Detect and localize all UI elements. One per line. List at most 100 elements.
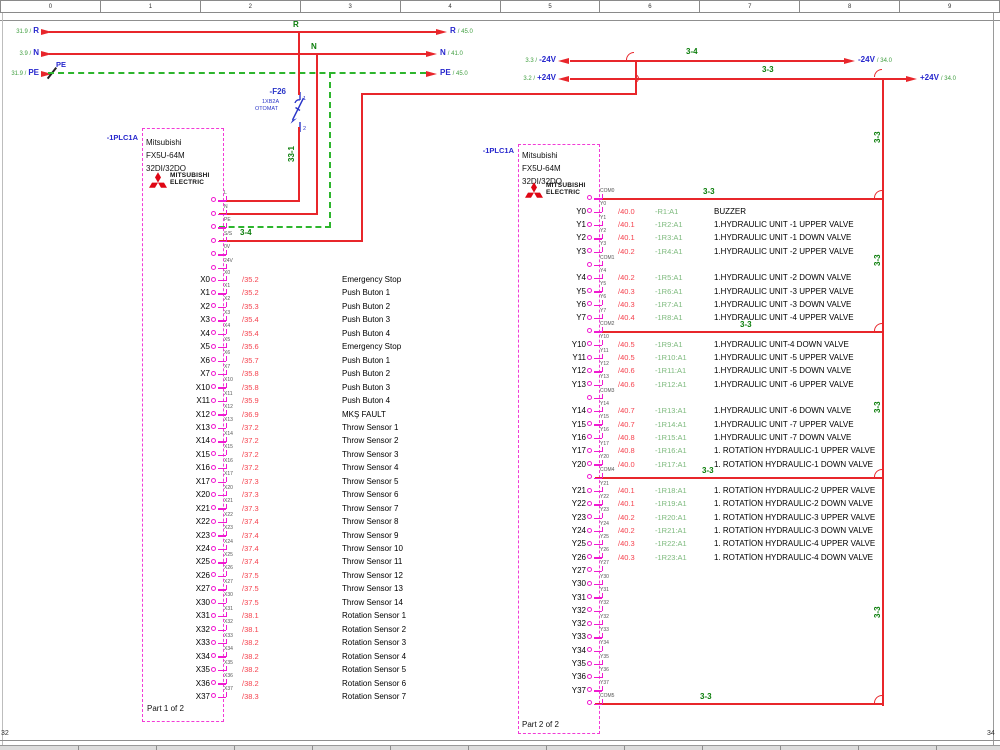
io-description: Rotation Sensor 7 bbox=[342, 691, 407, 701]
wire bbox=[570, 78, 906, 80]
terminal-name: Y5 bbox=[600, 281, 607, 288]
terminal-tick bbox=[602, 632, 604, 638]
io-description: Throw Sensor 1 bbox=[342, 422, 399, 432]
terminal-tick bbox=[602, 460, 604, 465]
ss-net-label: 3-4 bbox=[240, 228, 252, 237]
brand-line-2: ELECTRIC bbox=[170, 178, 205, 186]
terminal-tick bbox=[602, 366, 604, 372]
terminal-stub bbox=[594, 544, 602, 546]
terminal-name: L bbox=[224, 190, 227, 196]
terminal-stub bbox=[594, 211, 602, 213]
terminal-stub bbox=[218, 589, 226, 591]
ruler-tick bbox=[468, 746, 469, 750]
terminal-name: Y7 bbox=[600, 307, 607, 314]
terminal-name: X6 bbox=[224, 350, 231, 357]
rail-pe-right-ref: PE/ 45.0 bbox=[440, 69, 468, 78]
io-description: Push Buton 4 bbox=[342, 396, 391, 406]
terminal-circle bbox=[587, 594, 592, 599]
io-row-label: Y26 bbox=[571, 552, 586, 562]
io-row-label: X7 bbox=[200, 369, 210, 379]
terminal-name: Y26 bbox=[600, 547, 609, 554]
ruler-cell: 9 bbox=[900, 1, 1000, 12]
terminal-tick bbox=[226, 342, 228, 348]
terminal-stub bbox=[218, 696, 226, 699]
io-row-label: X37 bbox=[195, 691, 210, 701]
plc-right-model-1: Mitsubishi bbox=[522, 151, 558, 160]
terminal-tick bbox=[602, 313, 604, 319]
device-ref: -1R22:A1 bbox=[655, 539, 687, 549]
terminal-name: Y0 bbox=[600, 201, 607, 208]
terminal-tick bbox=[602, 247, 604, 253]
terminal-circle bbox=[587, 580, 592, 586]
terminal-stub bbox=[218, 213, 226, 216]
cross-ref: /37.3 bbox=[242, 490, 259, 500]
io-row-label: Y15 bbox=[571, 419, 586, 429]
io-description: 1.HYDRAULIC UNIT -5 DOWN VALVE bbox=[714, 366, 852, 376]
terminal-name: COM0 bbox=[600, 188, 615, 194]
terminal-circle bbox=[587, 461, 592, 466]
ruler-cell: 4 bbox=[400, 1, 501, 12]
device-ref: -1R17:A1 bbox=[655, 459, 687, 469]
terminal-tick bbox=[602, 406, 604, 412]
io-row-label: Y20 bbox=[571, 459, 586, 469]
io-description: 1.HYDRAULIC UNIT -1 DOWN VALVE bbox=[714, 233, 852, 243]
terminal-name: Y32 bbox=[600, 613, 609, 620]
rail-neg24-left-sym: -24V bbox=[539, 55, 556, 64]
device-ref: -1R4:A1 bbox=[655, 246, 683, 256]
terminal-stub bbox=[218, 562, 226, 564]
terminal-name: S/S bbox=[224, 230, 233, 237]
terminal-circle bbox=[587, 367, 592, 373]
terminal-tick bbox=[226, 531, 228, 537]
ruler-cell: 2 bbox=[200, 1, 301, 12]
terminal-tick bbox=[226, 463, 228, 469]
terminal-stub bbox=[594, 464, 602, 466]
plc-left-model-1: Mitsubishi bbox=[146, 138, 182, 147]
terminal-name: X0 bbox=[224, 269, 231, 276]
terminal-tick bbox=[602, 553, 604, 559]
device-ref: -1R5:A1 bbox=[655, 273, 683, 283]
terminal-tick bbox=[226, 652, 228, 658]
ruler-tick bbox=[234, 746, 235, 750]
cross-ref: /35.2 bbox=[242, 275, 259, 284]
terminal-circle bbox=[587, 234, 592, 240]
terminal-tick bbox=[602, 260, 604, 266]
terminal-stub bbox=[218, 454, 226, 457]
terminal-stub bbox=[594, 557, 602, 559]
terminal-stub bbox=[218, 575, 226, 578]
io-description: Throw Sensor 8 bbox=[342, 517, 399, 527]
terminal-tick bbox=[226, 638, 228, 644]
terminal-tick bbox=[602, 273, 604, 279]
terminal-circle bbox=[587, 314, 592, 320]
io-row-label: Y11 bbox=[572, 353, 586, 363]
rail-pos24-left-ref: 3.2 /+24V bbox=[516, 74, 556, 83]
terminal-tick bbox=[226, 288, 228, 294]
terminal-tick bbox=[602, 593, 604, 598]
terminal-name: Y35 bbox=[600, 653, 609, 660]
terminal-name: Y24 bbox=[600, 520, 609, 527]
cross-ref: /40.6 bbox=[618, 366, 635, 376]
terminal-circle bbox=[587, 394, 592, 400]
terminal-name: Y34 bbox=[600, 640, 609, 647]
ruler-tick bbox=[780, 746, 781, 750]
ruler-tick bbox=[78, 746, 79, 750]
terminal-stub bbox=[218, 508, 226, 510]
terminal-stub bbox=[218, 373, 226, 376]
terminal-stub bbox=[218, 400, 226, 403]
terminal-circle bbox=[211, 397, 216, 403]
bottom-ruler-strip bbox=[0, 745, 1000, 750]
rail-n-left-ref: 3.9 /N bbox=[8, 49, 39, 58]
terminal-stub bbox=[594, 251, 602, 253]
bus-net-label: 3-3 bbox=[873, 401, 882, 413]
terminal-tick bbox=[226, 302, 228, 308]
terminal-stub bbox=[594, 384, 602, 386]
io-description: Throw Sensor 6 bbox=[342, 490, 399, 500]
terminal-stub bbox=[218, 656, 226, 658]
cross-ref: /38.2 bbox=[242, 638, 259, 648]
terminal-stub bbox=[594, 371, 602, 373]
terminal-name: 0V bbox=[224, 244, 231, 250]
terminal-name: X37 bbox=[224, 686, 233, 693]
cross-ref: /40.3 bbox=[618, 286, 635, 296]
io-description: 1. ROTATİON HYDRAULIC-3 DOWN VALVE bbox=[714, 526, 873, 535]
cross-ref: /38.2 bbox=[242, 678, 259, 688]
terminal-tick bbox=[226, 450, 228, 456]
